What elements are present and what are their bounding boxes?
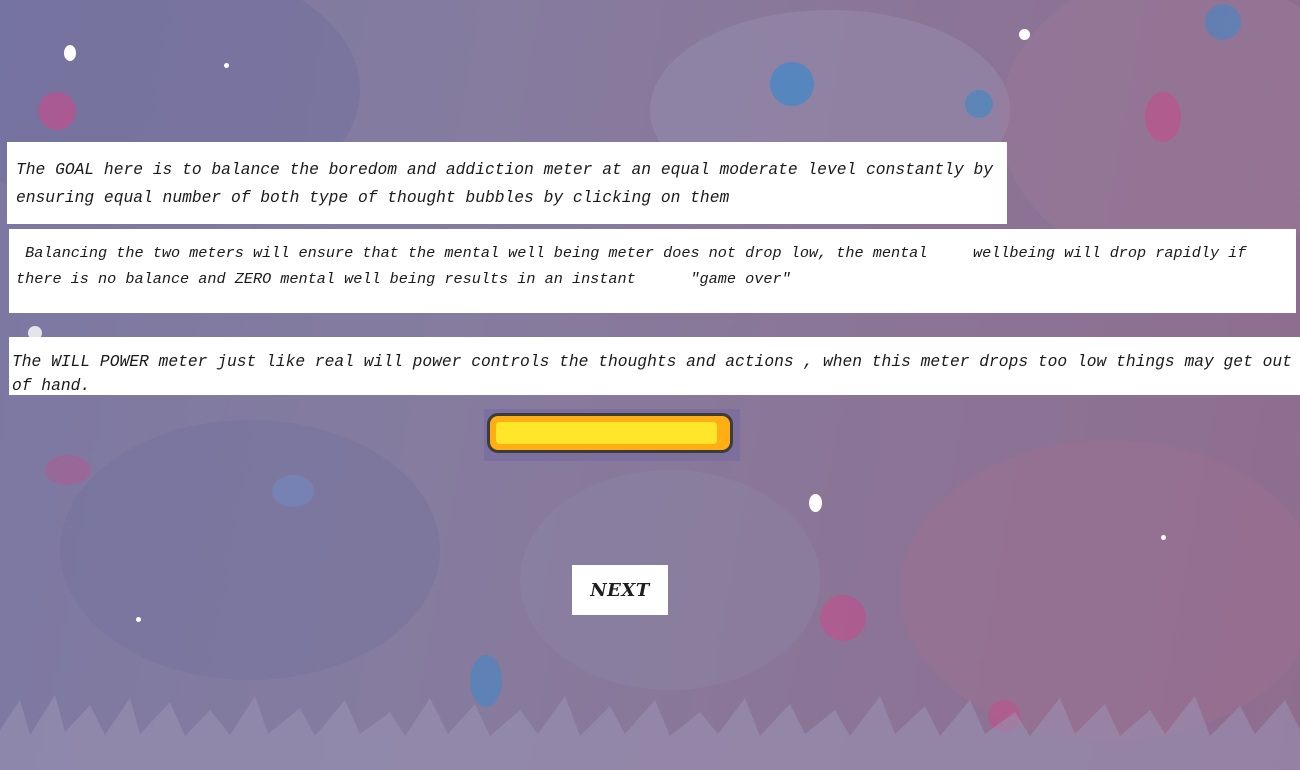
thought-bubble — [965, 90, 993, 118]
sparkle — [1161, 535, 1166, 540]
thought-bubble — [1205, 4, 1241, 40]
next-button[interactable]: NEXT — [572, 565, 668, 615]
sparkle — [1019, 29, 1030, 40]
balance-instructions-text: Balancing the two meters will ensure tha… — [16, 244, 1256, 288]
sparkle — [809, 494, 822, 512]
background-blob — [60, 420, 440, 680]
willpower-meter-track — [487, 413, 733, 453]
balance-instructions-panel: Balancing the two meters will ensure tha… — [9, 229, 1296, 313]
thought-bubble — [272, 475, 314, 507]
willpower-meter — [484, 409, 740, 461]
grass-foreground — [0, 695, 1300, 770]
sparkle — [136, 617, 141, 622]
thought-bubble — [1145, 92, 1181, 142]
goal-instructions-text: The GOAL here is to balance the boredom … — [16, 160, 1003, 207]
sparkle — [224, 63, 229, 68]
goal-instructions-panel: The GOAL here is to balance the boredom … — [7, 142, 1007, 224]
sparkle — [64, 45, 76, 61]
willpower-meter-fill — [496, 422, 717, 444]
thought-bubble — [38, 92, 76, 130]
thought-bubble — [45, 455, 91, 485]
willpower-instructions-text: The WILL POWER meter just like real will… — [12, 352, 1292, 395]
thought-bubble — [820, 595, 866, 641]
thought-bubble — [770, 62, 814, 106]
background-blob — [520, 470, 820, 690]
willpower-instructions-panel: The WILL POWER meter just like real will… — [9, 337, 1300, 395]
